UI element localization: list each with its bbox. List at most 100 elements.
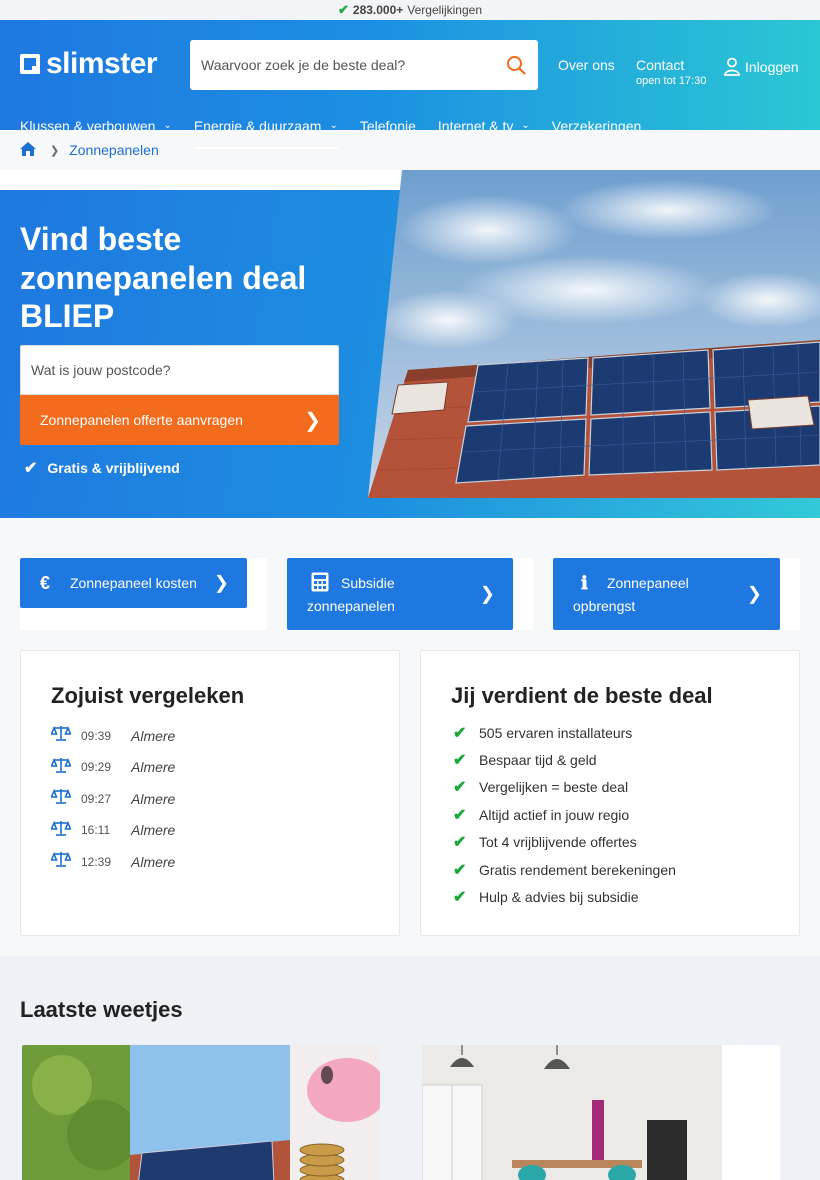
benefit-label: Hulp & advies bij subsidie (479, 889, 639, 906)
quick-link-wrap: ℹ Zonnepaneel opbrengst ❯ (553, 558, 800, 630)
comparison-time: 09:39 (81, 728, 112, 743)
nav-item-label: Internet & tv (437, 117, 514, 134)
comparison-time: 09:29 (81, 760, 112, 775)
recent-title: Zojuist vergeleken (51, 683, 245, 708)
news-title: Laatste weetjes (20, 997, 183, 1022)
list-item: ✔ Gratis rendement berekeningen (453, 856, 676, 883)
benefit-label: Vergelijken = beste deal (479, 779, 629, 796)
quick-link-subsidy[interactable]: Subsidie zonnepanelen ❯ (287, 558, 513, 630)
benefit-label: 505 ervaren installateurs (479, 724, 633, 741)
check-icon: ✔ (453, 779, 467, 797)
about-link[interactable]: Over ons (558, 57, 615, 73)
free-note: ✔ Gratis & vrijblijvend (24, 458, 180, 478)
check-icon: ✔ (453, 834, 467, 852)
scale-icon (50, 851, 81, 872)
logo-text: slimster (46, 47, 158, 80)
list-item: ✔ Altijd actief in jouw regio (453, 801, 676, 828)
benefit-label: Altijd actief in jouw regio (479, 806, 630, 823)
benefits-title: Jij verdient de beste deal (451, 683, 713, 708)
recent-comparisons-card: Zojuist vergeleken 09:39 Almere 09:29 Al… (20, 650, 400, 936)
search-icon[interactable] (494, 55, 538, 75)
nav-item-label: Klussen & verbouwen (20, 117, 156, 134)
info-icon: ℹ (581, 573, 588, 593)
nav-item-telefonie[interactable]: Telefonie (360, 112, 416, 149)
login-link[interactable]: Inloggen (724, 57, 799, 76)
list-item: 09:29 Almere (50, 752, 176, 784)
hero: Vind beste zonnepanelen deal BLIEP Zonne… (0, 170, 820, 518)
user-icon (724, 57, 740, 76)
nav-item-label: Energie & duurzaam (193, 117, 322, 134)
solar-roof-photo (368, 170, 820, 498)
free-label: Gratis & vrijblijvend (47, 460, 180, 476)
contact-link[interactable]: Contact open tot 17:30 (636, 57, 706, 87)
nav-item-label: Verzekeringen (551, 117, 642, 134)
quick-link-costs[interactable]: € Zonnepaneel kosten ❯ (20, 558, 247, 608)
check-icon: ✔ (453, 752, 467, 770)
quick-link-wrap: Subsidie zonnepanelen ❯ (287, 558, 533, 630)
contact-label: Contact (636, 57, 685, 73)
comparison-city: Almere (131, 790, 176, 807)
check-icon: ✔ (453, 806, 467, 824)
comparison-city: Almere (131, 822, 176, 839)
comparison-city: Almere (131, 853, 176, 870)
list-item: ✔ 505 ervaren installateurs (453, 719, 676, 746)
scale-icon (50, 820, 81, 841)
chevron-right-icon: ❯ (746, 583, 762, 604)
benefit-label: Gratis rendement berekeningen (479, 861, 676, 878)
scale-icon (50, 788, 81, 809)
benefits-card: Jij verdient de beste deal ✔ 505 ervaren … (420, 650, 800, 936)
login-label: Inloggen (745, 58, 799, 75)
chevron-down-icon: ⌄ (163, 120, 172, 131)
chevron-down-icon: ⌄ (521, 120, 530, 131)
news-image-interior[interactable] (422, 1045, 780, 1180)
postcode-field (20, 345, 339, 395)
list-item: ✔ Bespaar tijd & geld (453, 746, 676, 773)
comparisons-label: Vergelijkingen (407, 3, 482, 17)
search-input[interactable] (190, 40, 494, 90)
recent-list: 09:39 Almere 09:29 Almere 09:27 Almere 1… (50, 720, 176, 878)
chevron-right-icon: ❯ (213, 572, 229, 593)
quick-link-wrap: € Zonnepaneel kosten ❯ (20, 558, 267, 630)
postcode-input[interactable] (21, 346, 338, 394)
nav-item-verzekeringen[interactable]: Verzekeringen (552, 112, 642, 149)
nav-item-energie[interactable]: Energie & duurzaam ⌄ (193, 112, 338, 149)
top-strip: ✔ 283.000+ Vergelijkingen (0, 0, 820, 20)
info-cards: Zojuist vergeleken 09:39 Almere 09:29 Al… (0, 650, 820, 956)
nav-item-klussen[interactable]: Klussen & verbouwen ⌄ (20, 112, 172, 149)
benefit-label: Tot 4 vrijblijvende offertes (479, 834, 637, 851)
quick-link-label: Zonnepaneel kosten (70, 574, 197, 591)
chevron-right-icon: ❯ (304, 409, 321, 432)
comparison-city: Almere (131, 759, 176, 776)
list-item: ✔ Hulp & advies bij subsidie (453, 883, 676, 910)
nav-item-label: Telefonie (359, 117, 416, 134)
comparisons-count: 283.000+ (352, 3, 404, 17)
request-quote-button[interactable]: Zonnepanelen offerte aanvragen ❯ (20, 395, 339, 445)
scale-icon (50, 757, 81, 778)
euro-icon: € (40, 572, 51, 593)
quick-link-yield[interactable]: ℹ Zonnepaneel opbrengst ❯ (553, 558, 780, 630)
quick-links: € Zonnepaneel kosten ❯ Subsidie zonnepan… (0, 518, 820, 650)
calculator-icon (311, 572, 341, 598)
nav-item-internet[interactable]: Internet & tv ⌄ (438, 112, 530, 149)
logo-icon (20, 54, 40, 74)
check-icon: ✔ (453, 861, 467, 879)
scale-icon (50, 725, 81, 746)
list-item: ✔ Vergelijken = beste deal (453, 774, 676, 801)
search-box (190, 40, 538, 90)
list-item: 09:39 Almere (50, 720, 176, 752)
comparison-city: Almere (131, 727, 176, 744)
check-icon: ✔ (453, 889, 467, 907)
check-icon: ✔ (337, 2, 349, 17)
comparison-time: 09:27 (81, 791, 112, 806)
check-icon: ✔ (24, 460, 38, 477)
comparison-time: 16:11 (81, 823, 111, 838)
benefits-list: ✔ 505 ervaren installateurs ✔ Bespaar tijd… (453, 719, 676, 911)
list-item: 12:39 Almere (50, 846, 176, 878)
news-image-savings[interactable] (22, 1045, 380, 1180)
site-header: slimster Over ons Contact open tot 17:30… (0, 20, 820, 149)
logo[interactable]: slimster (20, 47, 158, 80)
news-section: Laatste weetjes (0, 956, 820, 1180)
list-item: 16:11 Almere (50, 815, 176, 847)
main-nav: Klussen & verbouwen ⌄ Energie & duurzaam… (20, 112, 663, 149)
benefit-label: Bespaar tijd & geld (479, 752, 597, 769)
